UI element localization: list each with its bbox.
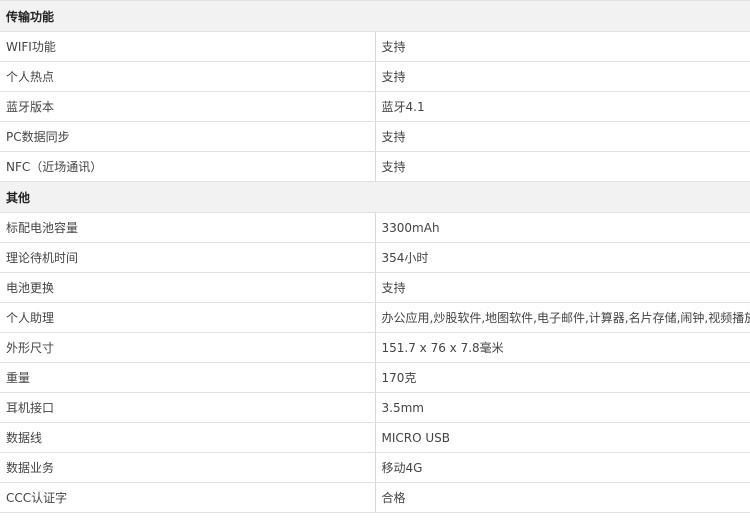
row-value: 蓝牙4.1 <box>375 91 750 122</box>
row-label: 数据线 <box>0 422 376 453</box>
table-row: 个人助理 办公应用,炒股软件,地图软件,电子邮件,计算器,名片存储,闹钟,视频播… <box>0 302 750 333</box>
row-value: 3300mAh <box>375 212 750 243</box>
row-value: MICRO USB <box>375 422 750 453</box>
table-row: NFC（近场通讯） 支持 <box>0 151 750 182</box>
row-value: 支持 <box>375 121 750 152</box>
section-title: 其他 <box>0 181 750 213</box>
table-row: PC数据同步 支持 <box>0 121 750 152</box>
row-value: 办公应用,炒股软件,地图软件,电子邮件,计算器,名片存储,闹钟,视频播放,彩信功… <box>375 302 750 333</box>
row-label: 标配电池容量 <box>0 212 376 243</box>
table-row: 理论待机时间 354小时 <box>0 242 750 273</box>
row-label: 外形尺寸 <box>0 332 376 363</box>
row-label: 耳机接口 <box>0 392 376 423</box>
row-value: 支持 <box>375 31 750 62</box>
row-label: 重量 <box>0 362 376 393</box>
table-row: 数据业务 移动4G <box>0 452 750 483</box>
table-row: 耳机接口 3.5mm <box>0 392 750 423</box>
table-row: 个人热点 支持 <box>0 61 750 92</box>
table-row: 蓝牙版本 蓝牙4.1 <box>0 91 750 122</box>
row-label: 数据业务 <box>0 452 376 483</box>
row-value: 170克 <box>375 362 750 393</box>
table-row: 数据线 MICRO USB <box>0 422 750 453</box>
section-title: 传输功能 <box>0 0 750 32</box>
row-value: 3.5mm <box>375 392 750 423</box>
row-value: 支持 <box>375 61 750 92</box>
section-header-transfer: 传输功能 <box>0 0 750 32</box>
table-row: 重量 170克 <box>0 362 750 393</box>
row-label: 电池更换 <box>0 272 376 303</box>
row-value: 合格 <box>375 482 750 513</box>
table-row: WIFI功能 支持 <box>0 31 750 62</box>
row-label: WIFI功能 <box>0 31 376 62</box>
row-label: NFC（近场通讯） <box>0 151 376 182</box>
table-row: 标配电池容量 3300mAh <box>0 212 750 243</box>
row-label: 个人助理 <box>0 302 376 333</box>
row-value: 151.7 x 76 x 7.8毫米 <box>375 332 750 363</box>
row-value: 移动4G <box>375 452 750 483</box>
table-row: CCC认证字 合格 <box>0 482 750 513</box>
table-row: 外形尺寸 151.7 x 76 x 7.8毫米 <box>0 332 750 363</box>
row-value: 支持 <box>375 151 750 182</box>
spec-table: 传输功能 WIFI功能 支持 个人热点 支持 蓝牙版本 蓝牙4.1 PC数据同步… <box>0 0 750 513</box>
row-value: 354小时 <box>375 242 750 273</box>
section-header-other: 其他 <box>0 181 750 213</box>
row-label: 个人热点 <box>0 61 376 92</box>
row-label: 理论待机时间 <box>0 242 376 273</box>
row-value: 支持 <box>375 272 750 303</box>
row-label: CCC认证字 <box>0 482 376 513</box>
row-label: PC数据同步 <box>0 121 376 152</box>
row-label: 蓝牙版本 <box>0 91 376 122</box>
table-row: 电池更换 支持 <box>0 272 750 303</box>
